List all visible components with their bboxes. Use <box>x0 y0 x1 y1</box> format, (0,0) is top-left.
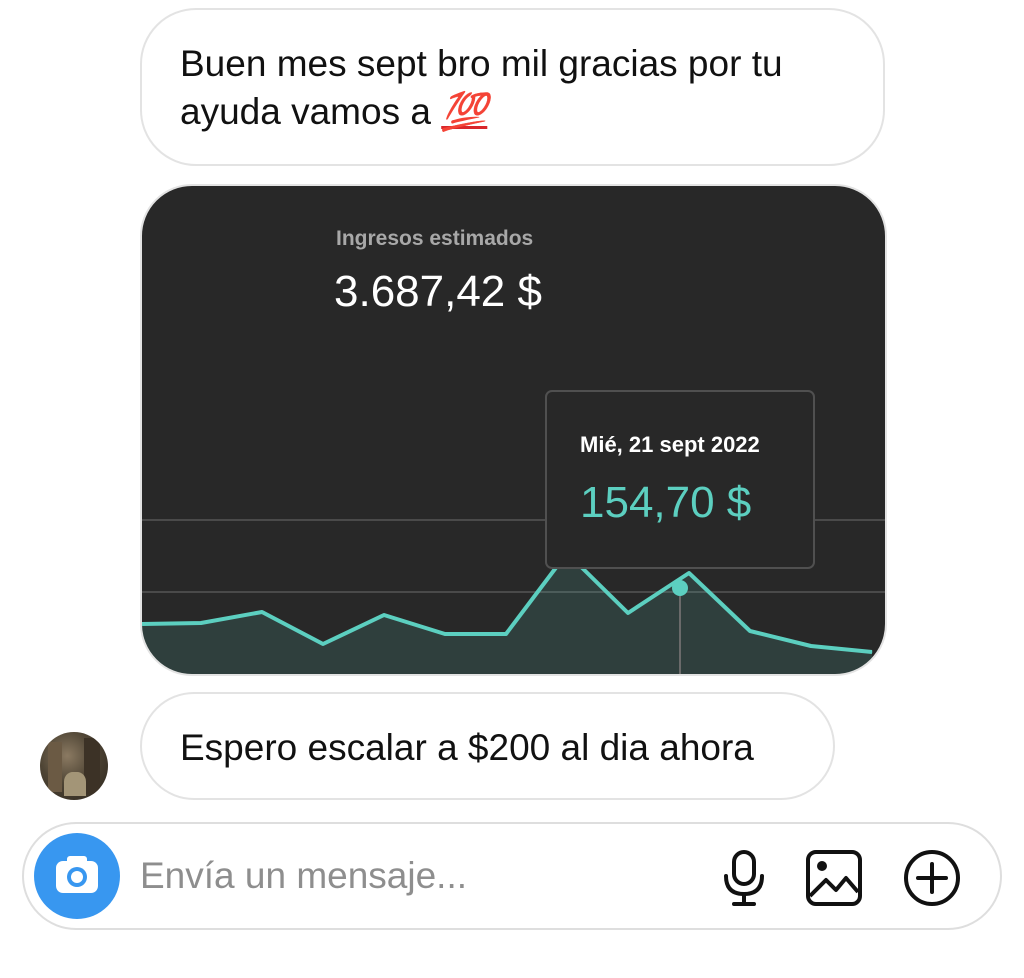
message-bubble-received[interactable]: Espero escalar a $200 al dia ahora <box>140 692 835 800</box>
message-text: Espero escalar a $200 al dia ahora <box>180 727 754 768</box>
hover-point <box>672 580 688 596</box>
data-point <box>505 633 507 635</box>
microphone-button[interactable] <box>712 846 776 910</box>
data-point <box>322 643 324 645</box>
plus-icon <box>904 850 960 906</box>
data-point <box>688 572 690 574</box>
avatar-photo-detail <box>84 738 100 794</box>
tooltip-value: 154,70 $ <box>580 478 751 527</box>
data-point <box>200 622 202 624</box>
gallery-button[interactable] <box>802 846 866 910</box>
data-point <box>810 645 812 647</box>
earnings-chart: Ingresos estimados 3.687,42 $ Mié, 21 se… <box>140 227 885 674</box>
tooltip: Mié, 21 sept 2022 154,70 $ <box>545 390 815 569</box>
message-text: ayuda vamos a <box>180 91 442 132</box>
avatar-photo-detail <box>64 772 86 796</box>
gallery-icon <box>806 850 862 906</box>
add-button[interactable] <box>900 846 964 910</box>
data-point <box>383 614 385 616</box>
hundred-points-emoji: 💯 <box>441 91 488 132</box>
data-point <box>871 651 873 653</box>
data-point <box>627 612 629 614</box>
metric-value: 3.687,42 $ <box>334 267 542 316</box>
data-point <box>749 630 751 632</box>
message-text-line: Buen mes sept bro mil gracias por tu <box>180 43 783 84</box>
metric-label: Ingresos estimados <box>336 227 533 250</box>
chart-screenshot-message[interactable]: Ingresos estimados 3.687,42 $ Mié, 21 se… <box>140 184 887 676</box>
camera-button[interactable] <box>34 833 120 919</box>
data-point <box>261 611 263 613</box>
data-point <box>444 633 446 635</box>
data-point <box>140 624 141 625</box>
series-layer <box>140 551 873 674</box>
avatar[interactable] <box>40 732 108 800</box>
message-input[interactable]: Envía un mensaje... <box>140 854 467 898</box>
microphone-icon <box>724 850 764 906</box>
message-bubble-received[interactable]: Buen mes sept bro mil gracias por tu ayu… <box>140 8 885 166</box>
avatar-photo-detail <box>48 742 62 792</box>
message-composer[interactable]: Envía un mensaje... <box>22 822 1002 930</box>
camera-icon <box>56 856 98 893</box>
tooltip-date: Mié, 21 sept 2022 <box>580 432 760 457</box>
message-text-line: ayuda vamos a 💯 <box>180 88 843 136</box>
